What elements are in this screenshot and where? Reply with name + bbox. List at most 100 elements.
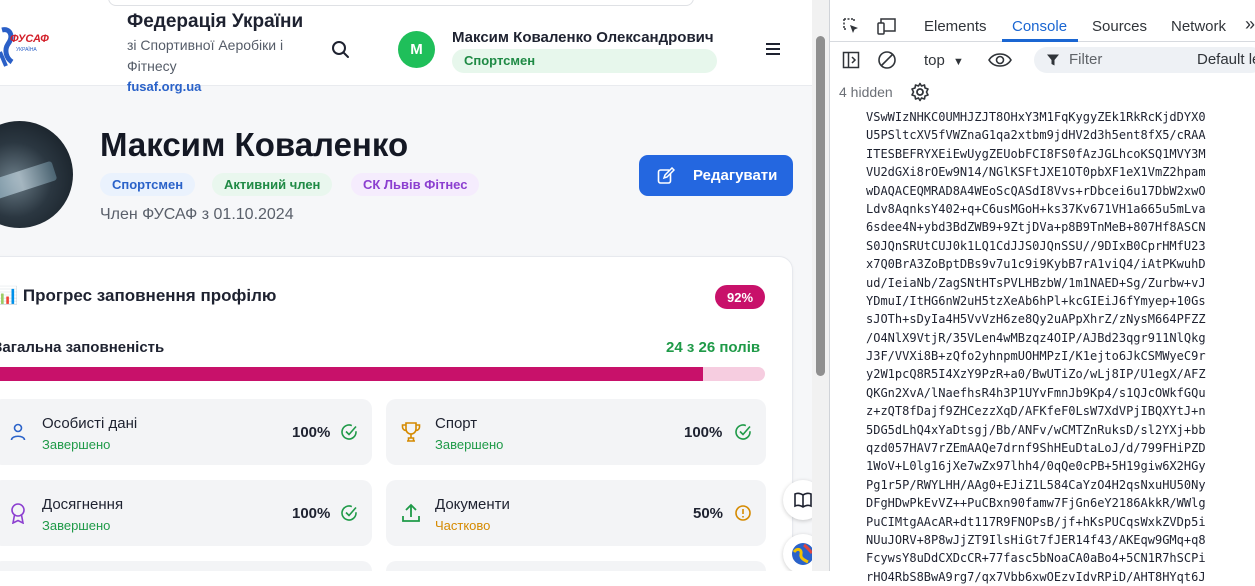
section-state: Завершено xyxy=(42,518,111,533)
progress-title-text: Прогрес заповнення профілю xyxy=(22,286,277,305)
tab-console[interactable]: Console xyxy=(1012,18,1067,35)
section-documents[interactable]: Документи Частково 50% xyxy=(386,480,766,546)
more-tabs-icon[interactable]: » xyxy=(1245,14,1255,35)
console-log-line: /O4NlX9VtjR/35VLen4wMBzqz4OIP/AJBd23qgr9… xyxy=(866,330,1206,345)
log-levels-dropdown[interactable]: Default le xyxy=(1197,51,1255,68)
console-log-line: NUuJORV+8P8wJjZT9IlsHiGt7fJER14f43/AKEqw… xyxy=(866,532,1206,547)
tab-network[interactable]: Network xyxy=(1171,18,1226,35)
profile-name: Максим Коваленко xyxy=(100,126,409,163)
console-log-line: S0JQnSRUtCUJ0k1LQ1CdJJS0JQnSSU//9DIxB0Cp… xyxy=(866,238,1206,253)
web-page: ФУСАФ УКРАЇНА Федерація України зі Спорт… xyxy=(0,0,829,571)
console-log-line: VU2dGXi8rOEw9N14/NGlKSFtJXE1OT0pbXF1eX1V… xyxy=(866,165,1206,180)
avatar[interactable]: М xyxy=(398,31,435,68)
progress-percent-badge: 92% xyxy=(715,285,765,309)
devtools-tab-bar: Elements Console Sources Network » xyxy=(830,0,1255,42)
profile-photo xyxy=(0,121,73,228)
overall-completion-label: Загальна заповненість xyxy=(0,339,165,356)
console-log-line: wDAQACEQMRAD8A4WEoScQASdI8Vvs+rDbcei6u17… xyxy=(866,183,1206,198)
section-sport[interactable]: Спорт Завершено 100% xyxy=(386,399,766,465)
search-button[interactable] xyxy=(329,38,353,62)
console-log-line: Pg1r5P/RWYLHH/AAg0+EJiZ1L584CaYzO4H2qsNx… xyxy=(866,477,1206,492)
completion-progress-bar xyxy=(0,367,765,381)
clear-console-icon[interactable] xyxy=(877,50,897,70)
console-log-line: PuCIMtgAAcAR+dt117R9FNOPsB/jf+hKsPUCqsWx… xyxy=(866,514,1206,529)
filter-icon xyxy=(1047,54,1059,66)
console-log-line: y2W1pcQ8R5I4XzY9PzR+a0/BwUTiZo/wLj8IP/U1… xyxy=(866,367,1206,382)
section-next-left[interactable] xyxy=(0,561,372,571)
console-log-line: 6sdee4N+ybd3BdZWB9+9ZtjDVa+p8B9TnMeB+807… xyxy=(866,220,1206,235)
sidebar-toggle-icon[interactable] xyxy=(842,51,860,69)
console-log-output[interactable]: VSwWIzNHKC0UMHJZJT8OHxY3M1FqKygyZEk1RkRc… xyxy=(866,108,1255,586)
membership-status-chip: Активний член xyxy=(212,173,333,196)
chart-emoji-icon: 📊 xyxy=(0,286,19,305)
menu-button[interactable] xyxy=(762,38,784,60)
fusaf-logo[interactable]: ФУСАФ УКРАЇНА xyxy=(0,22,60,70)
overall-fields-count: 24 з 26 полів xyxy=(666,339,761,356)
console-log-line: FcywsY8uDdCXDcCR+77fasc5bNoaCA0aBo4+5CN1… xyxy=(866,551,1206,566)
tab-sources[interactable]: Sources xyxy=(1092,18,1147,35)
device-toolbar-icon[interactable] xyxy=(877,17,897,35)
user-name[interactable]: Максим Коваленко Олександрович xyxy=(452,29,714,46)
section-name: Досягнення xyxy=(42,496,124,513)
console-log-line: ud/IeiaNb/ZagSNtHTsPVLHBzbW/1m1NAED+Sg/Z… xyxy=(866,275,1206,290)
edit-profile-button[interactable]: Редагувати xyxy=(639,155,793,196)
console-log-line: DFgHDwPkEvVZ++PuCBxn90famw7FjGn6eY2186Ak… xyxy=(866,496,1206,511)
check-circle-icon xyxy=(735,424,751,440)
member-since: Член ФУСАФ з 01.10.2024 xyxy=(100,206,294,223)
section-personal-data[interactable]: Особисті дані Завершено 100% xyxy=(0,399,372,465)
console-log-line: QKGn2XvA/lNaefhsR4h3P1UYvFmnJb9Kp4/s1QJc… xyxy=(866,385,1206,400)
hidden-messages-count: 4 hidden xyxy=(839,84,893,100)
context-label: top xyxy=(924,52,945,69)
console-log-line: YDmuI/ItHG6nW2uH5tzXeAb6hPl+kcGIEiJ6fYmy… xyxy=(866,293,1206,308)
upload-icon xyxy=(402,503,420,522)
svg-text:УКРАЇНА: УКРАЇНА xyxy=(16,46,37,53)
console-log-line: VSwWIzNHKC0UMHJZJT8OHxY3M1FqKygyZEk1RkRc… xyxy=(866,110,1206,124)
inspect-element-icon[interactable] xyxy=(842,17,860,35)
alert-circle-icon xyxy=(735,505,751,521)
role-chip: Спортсмен xyxy=(100,173,196,196)
address-bar-edge xyxy=(108,0,694,6)
site-header: ФУСАФ УКРАЇНА Федерація України зі Спорт… xyxy=(0,0,812,94)
context-selector[interactable]: top ▼ xyxy=(924,52,964,69)
section-name: Документи xyxy=(435,496,510,513)
section-next-right[interactable] xyxy=(386,561,766,571)
edit-button-label: Редагувати xyxy=(693,167,778,184)
console-log-line: qzd057HAV7rZEmAAQe7drnf9ShHEuDtaLoJ/d/79… xyxy=(866,441,1206,456)
active-tab-indicator xyxy=(1002,39,1078,42)
section-state: Частково xyxy=(435,518,491,533)
console-log-line: J3F/VVXi8B+zQfo2yhnpmUOHMPzI/K1ejto6JkCS… xyxy=(866,349,1206,364)
brand-subtitle: зі Спортивної Аеробіки і Фітнесу xyxy=(127,37,284,74)
eye-icon[interactable] xyxy=(988,51,1012,69)
svg-text:ФУСАФ: ФУСАФ xyxy=(10,33,49,45)
console-settings-gear-icon[interactable] xyxy=(910,82,930,102)
console-log-line: U5PSltcXV5fVWZnaG1qa2xtbm9jdHV2d3h5ent8f… xyxy=(866,128,1206,143)
section-achievements[interactable]: Досягнення Завершено 100% xyxy=(0,480,372,546)
check-circle-icon xyxy=(341,424,357,440)
console-log-line: 1WoV+L0lg16jXe7wZx97lhh4/0qQe0cPB+5H19gi… xyxy=(866,459,1206,474)
progress-title: 📊 Прогрес заповнення профілю xyxy=(0,286,276,306)
completion-progress-fill xyxy=(0,367,703,381)
console-log-line: z+zQT8fDajf9ZHCezzXqD/AFKfeF0LsW7XdVPjIB… xyxy=(866,404,1206,419)
filter-placeholder: Filter xyxy=(1069,51,1103,68)
section-percent: 100% xyxy=(292,424,331,441)
console-log-line: x7Q0BrA3ZoBptDBs9v7u1c9i9KybB7rA1viQ4/iA… xyxy=(866,257,1206,272)
section-percent: 100% xyxy=(684,424,723,441)
trophy-icon xyxy=(401,422,421,442)
medal-icon xyxy=(11,503,25,524)
user-role-badge: Спортсмен xyxy=(452,49,717,73)
book-icon xyxy=(794,492,812,508)
page-scrollbar-thumb[interactable] xyxy=(816,36,825,376)
console-log-line: ITESBEFRYXEiEwUygZEUobFCI8FS0fAzJGLhcoKS… xyxy=(866,146,1206,161)
section-percent: 50% xyxy=(693,505,724,522)
brand-link[interactable]: fusaf.org.ua xyxy=(127,79,201,94)
section-name: Спорт xyxy=(435,415,478,432)
check-circle-icon xyxy=(341,505,357,521)
search-icon xyxy=(332,41,349,58)
hamburger-menu-icon xyxy=(766,43,780,55)
user-icon xyxy=(10,423,26,441)
edit-icon xyxy=(657,166,675,184)
console-log-line: 5DG5dLhQ4xYaDtsgj/Bb/ANFv/wCMTZnRuksD/sl… xyxy=(866,422,1206,437)
dropdown-arrow-icon: ▼ xyxy=(953,56,964,68)
tab-elements[interactable]: Elements xyxy=(924,18,987,35)
brand-title: Федерація України xyxy=(127,11,304,32)
